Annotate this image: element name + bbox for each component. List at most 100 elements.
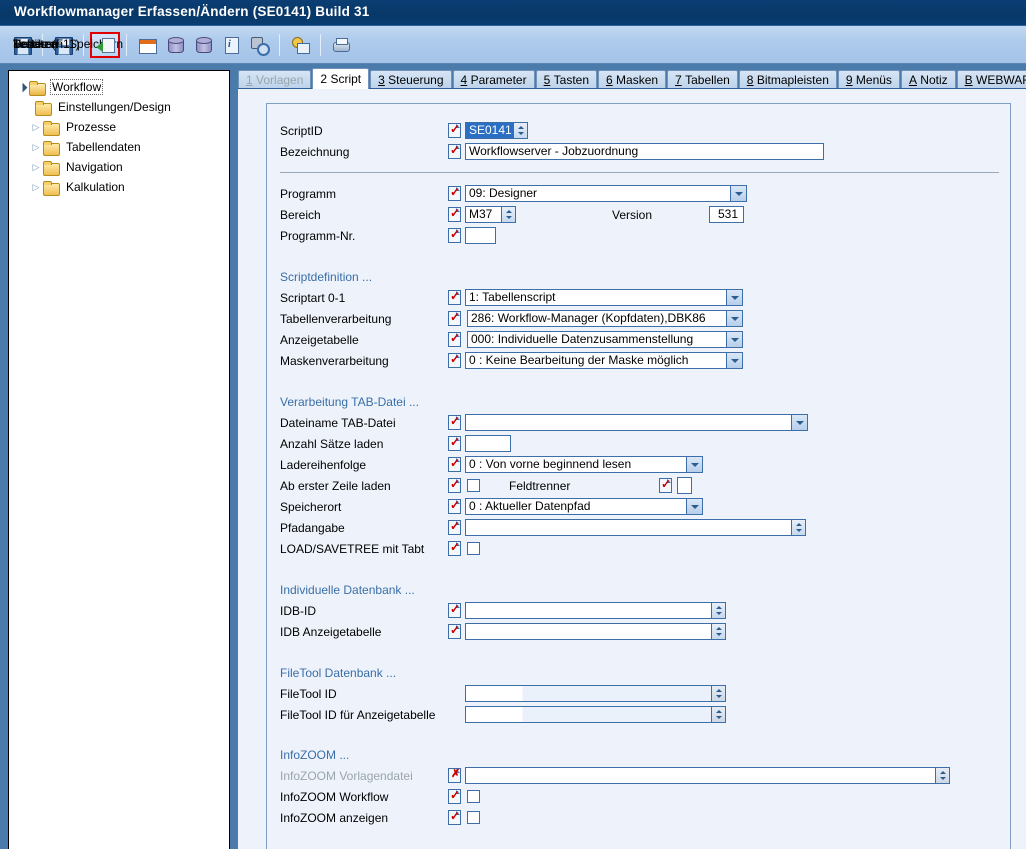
validity-check-icon-speicherort[interactable] bbox=[448, 498, 461, 514]
input-bezeichnung[interactable]: Workflowserver - Jobzuordnung bbox=[465, 143, 824, 160]
validity-check-icon-anzeigetabelle[interactable] bbox=[448, 331, 461, 347]
tree-item-navigation[interactable]: Navigation bbox=[9, 157, 229, 177]
tab-tabellen[interactable]: 7 Tabellen bbox=[667, 70, 738, 89]
checkbox-load-savetree[interactable] bbox=[467, 542, 480, 555]
toolbar-button-calendar[interactable] bbox=[133, 32, 161, 58]
tab-vorlagen[interactable]: 1 Vorlagen bbox=[238, 70, 312, 89]
spinner-filetool-id-anzeigetabelle[interactable] bbox=[712, 706, 726, 723]
toolbar-button-info[interactable] bbox=[217, 32, 245, 58]
input-programm-nr[interactable] bbox=[465, 227, 496, 244]
input-feldtrenner[interactable] bbox=[677, 477, 692, 494]
navigation-tree-panel[interactable]: Workflow Einstellungen/Design Prozesse T… bbox=[8, 70, 230, 849]
chevron-down-icon-tabellenverarbeitung[interactable] bbox=[727, 310, 743, 327]
spinner-idb-id[interactable] bbox=[712, 602, 726, 619]
combo-ladereihenfolge[interactable]: 0 : Von vorne beginnend lesen bbox=[465, 456, 687, 473]
tab-accel: B bbox=[964, 73, 973, 87]
chevron-down-icon-anzeigetabelle[interactable] bbox=[727, 331, 743, 348]
toolbar-button-settings-search[interactable] bbox=[245, 32, 273, 58]
validity-check-icon-programm-nr[interactable] bbox=[448, 227, 461, 243]
validity-check-icon-infozoom-workflow[interactable] bbox=[448, 788, 461, 804]
combo-maskenverarbeitung[interactable]: 0 : Keine Bearbeitung der Maske möglich bbox=[465, 352, 727, 369]
spinner-pfadangabe[interactable] bbox=[792, 519, 806, 536]
chevron-down-icon-ladereihenfolge[interactable] bbox=[687, 456, 703, 473]
validity-check-icon-programm[interactable] bbox=[448, 185, 461, 201]
input-idb-anzeigetabelle[interactable] bbox=[465, 623, 712, 640]
checkbox-infozoom-workflow[interactable] bbox=[467, 790, 480, 803]
chevron-down-icon-speicherort[interactable] bbox=[687, 498, 703, 515]
expander-open-icon[interactable] bbox=[15, 83, 29, 92]
checkbox-ab-erster-zeile-laden[interactable] bbox=[467, 479, 480, 492]
toolbar-button-schuetzen[interactable]: Schützen bbox=[13, 32, 314, 58]
combo-speicherort[interactable]: 0 : Aktueller Datenpfad bbox=[465, 498, 687, 515]
spinner-scriptid[interactable] bbox=[514, 122, 528, 139]
spinner-infozoom-vorlagendatei[interactable] bbox=[936, 767, 950, 784]
tab-steuerung[interactable]: 3 Steuerung bbox=[370, 70, 452, 89]
validity-check-icon-load-savetree[interactable] bbox=[448, 540, 461, 556]
tab-tasten[interactable]: 5 Tasten bbox=[535, 70, 597, 89]
input-infozoom-vorlagendatei[interactable] bbox=[465, 767, 936, 784]
input-filetool-id-anzeigetabelle[interactable] bbox=[465, 706, 712, 723]
validity-check-icon-tabellenverarbeitung[interactable] bbox=[448, 310, 461, 326]
input-idb-id[interactable] bbox=[465, 602, 712, 619]
label-bereich: Bereich bbox=[280, 208, 321, 222]
validity-check-icon-scriptart[interactable] bbox=[448, 289, 461, 305]
tab-accel: 2 bbox=[320, 72, 328, 86]
tree-item-prozesse[interactable]: Prozesse bbox=[9, 117, 229, 137]
combo-tabellenverarbeitung[interactable]: 286: Workflow-Manager (Kopfdaten),DBK86 bbox=[467, 310, 727, 327]
tab-bitmapleisten[interactable]: 8 Bitmapleisten bbox=[738, 70, 837, 89]
validity-check-icon-scriptid[interactable] bbox=[448, 122, 461, 138]
tab-notiz[interactable]: A Notiz bbox=[900, 70, 956, 89]
expander-closed-icon[interactable] bbox=[29, 123, 43, 132]
spinner-bereich[interactable] bbox=[502, 206, 516, 223]
tab-menues[interactable]: 9 Menüs bbox=[837, 70, 900, 89]
tab-parameter[interactable]: 4 Parameter bbox=[452, 70, 535, 89]
validity-error-icon-infozoom-vorlagendatei[interactable] bbox=[448, 767, 461, 783]
validity-check-icon-ladereihenfolge[interactable] bbox=[448, 456, 461, 472]
validity-check-icon-anzahl-saetze[interactable] bbox=[448, 435, 461, 451]
combo-dateiname-tab-datei[interactable] bbox=[465, 414, 792, 431]
input-filetool-id[interactable] bbox=[465, 685, 712, 702]
validity-check-icon-idb-anzeigetabelle[interactable] bbox=[448, 623, 461, 639]
combo-programm[interactable]: 09: Designer bbox=[465, 185, 731, 202]
input-version[interactable]: 531 bbox=[709, 206, 744, 223]
chevron-down-icon-programm[interactable] bbox=[731, 185, 747, 202]
input-pfadangabe[interactable] bbox=[465, 519, 792, 536]
toolbar-button-database-2[interactable] bbox=[189, 32, 217, 58]
input-bereich[interactable]: M37 bbox=[465, 206, 502, 223]
validity-check-icon-dateiname[interactable] bbox=[448, 414, 461, 430]
expander-closed-icon[interactable] bbox=[29, 143, 43, 152]
combo-scriptart[interactable]: 1: Tabellenscript bbox=[465, 289, 727, 306]
tree-item-tabellendaten[interactable]: Tabellendaten bbox=[9, 137, 229, 157]
validity-check-icon-feldtrenner[interactable] bbox=[659, 477, 672, 493]
toolbar-separator-5 bbox=[320, 33, 321, 56]
input-scriptid[interactable]: SE0141 bbox=[465, 122, 514, 139]
expander-closed-icon[interactable] bbox=[29, 163, 43, 172]
checkbox-infozoom-anzeigen[interactable] bbox=[467, 811, 480, 824]
toolbar-button-drucken[interactable]: Drucken bbox=[13, 32, 355, 58]
tree-item-einstellungen-design[interactable]: Einstellungen/Design bbox=[9, 97, 229, 117]
tree-item-workflow[interactable]: Workflow bbox=[9, 77, 229, 97]
expander-closed-icon[interactable] bbox=[29, 183, 43, 192]
chevron-down-icon-maskenverarbeitung[interactable] bbox=[727, 352, 743, 369]
validity-check-icon-maskenverarbeitung[interactable] bbox=[448, 352, 461, 368]
tab-masken[interactable]: 6 Masken bbox=[598, 70, 667, 89]
validity-check-icon-ab-erster-zeile[interactable] bbox=[448, 477, 461, 493]
validity-check-icon-bezeichnung[interactable] bbox=[448, 143, 461, 159]
spinner-idb-anzeigetabelle[interactable] bbox=[712, 623, 726, 640]
tab-webware[interactable]: B WEBWARE bbox=[956, 70, 1026, 89]
label-idb-anzeigetabelle: IDB Anzeigetabelle bbox=[280, 625, 382, 639]
label-pfadangabe: Pfadangabe bbox=[280, 521, 345, 535]
tree-item-kalkulation[interactable]: Kalkulation bbox=[9, 177, 229, 197]
spinner-filetool-id[interactable] bbox=[712, 685, 726, 702]
validity-check-icon-pfadangabe[interactable] bbox=[448, 519, 461, 535]
validity-check-icon-idb-id[interactable] bbox=[448, 602, 461, 618]
combo-anzeigetabelle[interactable]: 000: Individuelle Datenzusammenstellung bbox=[467, 331, 727, 348]
chevron-down-icon-scriptart[interactable] bbox=[727, 289, 743, 306]
input-anzahl-saetze[interactable] bbox=[465, 435, 511, 452]
validity-check-icon-bereich[interactable] bbox=[448, 206, 461, 222]
toolbar-button-database[interactable] bbox=[161, 32, 189, 58]
tab-script[interactable]: 2 Script bbox=[312, 68, 370, 89]
main-toolbar: Verlassen/Speichern Testen (F11) i Schüt… bbox=[0, 26, 1026, 64]
validity-check-icon-infozoom-anzeigen[interactable] bbox=[448, 809, 461, 825]
chevron-down-icon-dateiname[interactable] bbox=[792, 414, 808, 431]
